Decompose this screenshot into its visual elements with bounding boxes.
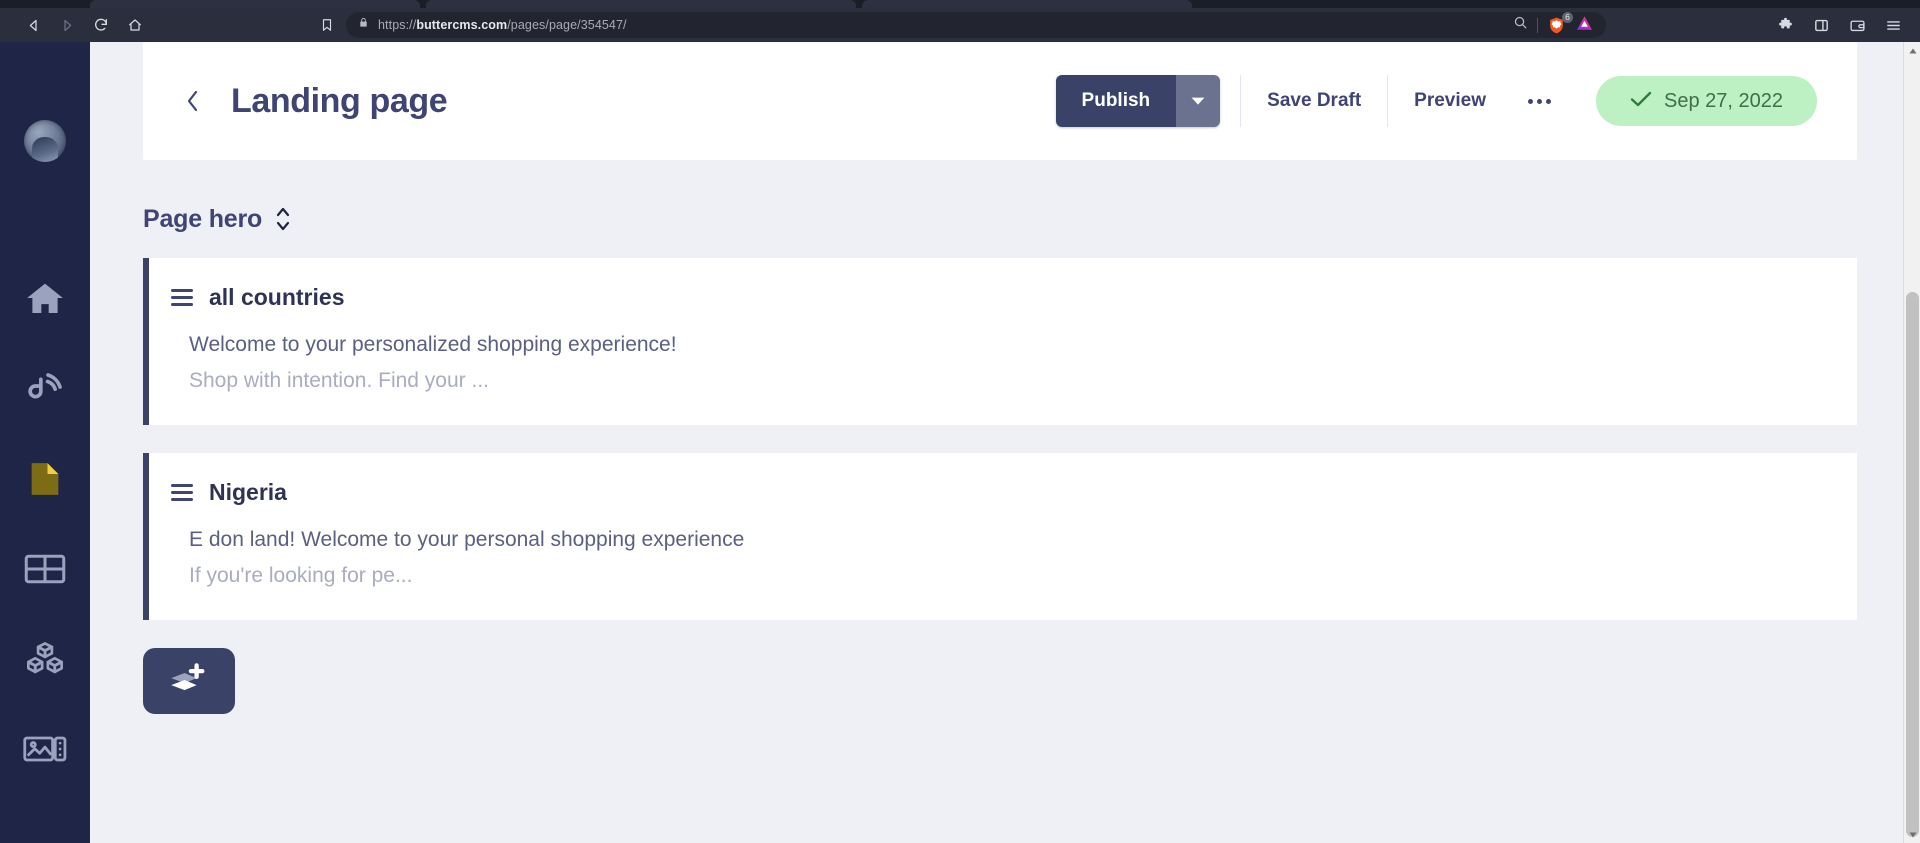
drag-handle-icon[interactable] [171,289,193,306]
card-header: all countries [149,284,1857,311]
section-header: Page hero [143,202,1920,236]
back-arrow-icon[interactable] [18,12,48,38]
save-draft-button[interactable]: Save Draft [1240,75,1389,127]
scrollbar-thumb[interactable] [1906,292,1919,837]
check-icon [1630,90,1652,113]
shields-blocked-count: 6 [1562,11,1573,23]
brave-wallet-icon[interactable] [1842,12,1872,38]
chevron-down-icon[interactable] [1176,75,1221,127]
buttercms-app: Landing page Publish Save Draft Preview [0,42,1920,843]
scroll-down-arrow-icon[interactable] [1904,826,1920,843]
reload-icon[interactable] [86,12,116,38]
address-bar[interactable]: https://buttercms.com/pages/page/354547/… [346,11,1606,38]
app-sidebar [0,42,90,843]
browser-window: https://buttercms.com/pages/page/354547/… [0,0,1920,843]
card-headline: Welcome to your personalized shopping ex… [189,333,677,356]
drag-handle-icon[interactable] [171,484,193,501]
ellipsis-horizontal-icon[interactable] [1512,78,1566,124]
card-header: Nigeria [149,479,1857,506]
zoom-search-icon[interactable] [1513,15,1528,35]
sidebar-item-blog[interactable] [0,344,90,434]
publish-button-group: Publish [1055,75,1221,127]
tab-strip [0,0,1920,8]
sidebar-item-media[interactable] [0,704,90,794]
status-badge[interactable]: Sep 27, 2022 [1596,76,1817,126]
lock-icon [358,16,369,34]
home-icon[interactable] [120,12,150,38]
navigation-buttons [10,12,150,38]
add-layers-icon [167,661,211,702]
browser-toolbar: https://buttercms.com/pages/page/354547/… [0,8,1920,42]
chevron-left-icon[interactable] [181,81,205,121]
card-title: all countries [209,284,345,310]
hamburger-menu-icon[interactable] [1878,12,1908,38]
sort-updown-icon[interactable] [274,202,292,236]
sidebar-item-components[interactable] [0,614,90,704]
sidebar-item-collections[interactable] [0,524,90,614]
list-item[interactable]: Nigeria E don land! Welcome to your pers… [143,453,1857,620]
card-subtext: If you're looking for pe... [189,564,413,587]
address-bar-area: https://buttercms.com/pages/page/354547/… [310,11,1610,38]
url-text: https://buttercms.com/pages/page/354547/ [378,18,627,32]
header-actions: Publish Save Draft Preview Sep 27, 2022 [1055,75,1817,127]
card-title: Nigeria [209,479,287,505]
toolbar-divider [1537,17,1538,33]
sidebar-item-home[interactable] [0,254,90,344]
forward-arrow-icon[interactable] [52,12,82,38]
puzzle-extensions-icon[interactable] [1770,12,1800,38]
avatar[interactable] [24,120,66,162]
sidebar-item-pages[interactable] [0,434,90,524]
list-item[interactable]: all countries Welcome to your personaliz… [143,258,1857,425]
page-header: Landing page Publish Save Draft Preview [143,42,1857,160]
brave-lion-shields-icon[interactable]: 6 [1547,11,1573,35]
main-content: Landing page Publish Save Draft Preview [90,42,1920,843]
page-scrollbar[interactable] [1903,42,1920,843]
sidebar-nav-list [0,254,90,794]
page-title: Landing page [231,81,448,120]
toolbar-extension-icons [1770,12,1910,38]
preview-button[interactable]: Preview [1388,75,1512,127]
scroll-up-arrow-icon[interactable] [1904,42,1920,59]
published-date: Sep 27, 2022 [1664,89,1783,112]
card-headline: E don land! Welcome to your personal sho… [189,528,745,551]
bookmark-icon[interactable] [314,13,340,37]
publish-button[interactable]: Publish [1055,75,1177,127]
add-component-button[interactable] [143,648,235,714]
section-title: Page hero [143,204,263,233]
side-panel-icon[interactable] [1806,12,1836,38]
card-subtext: Shop with intention. Find your ... [189,369,489,392]
brave-triangle-profile-icon[interactable] [1575,14,1594,37]
